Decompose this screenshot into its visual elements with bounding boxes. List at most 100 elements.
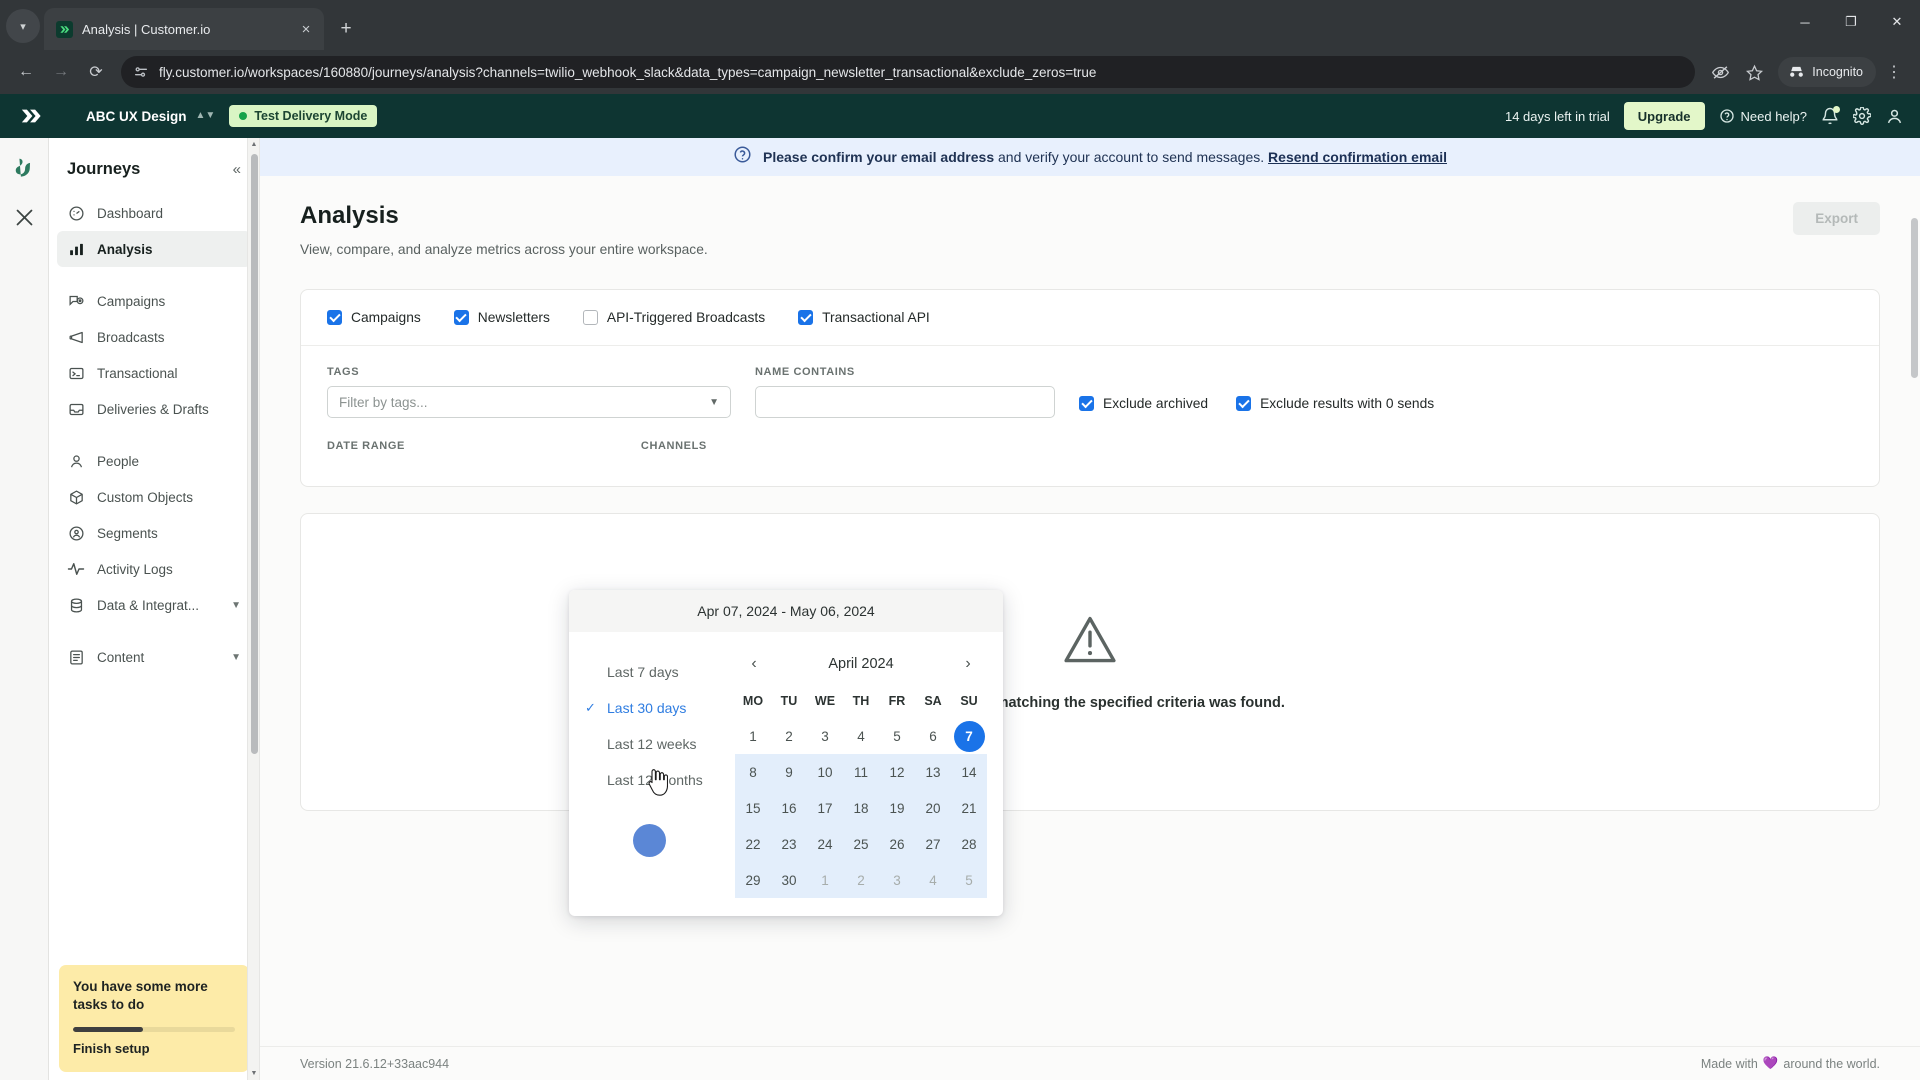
calendar-day[interactable]: 3 bbox=[807, 718, 843, 754]
sidebar-item-dashboard[interactable]: Dashboard bbox=[57, 195, 251, 231]
calendar-day[interactable]: 2 bbox=[843, 862, 879, 898]
browser-menu-icon[interactable]: ⋮ bbox=[1878, 56, 1910, 88]
checkbox-campaigns[interactable]: Campaigns bbox=[327, 310, 421, 325]
sidebar-scrollbar[interactable]: ▲ ▼ bbox=[247, 138, 259, 1080]
scroll-up-arrow-icon[interactable]: ▲ bbox=[248, 138, 260, 151]
notifications-icon[interactable] bbox=[1821, 106, 1840, 125]
rail-item-journeys[interactable] bbox=[9, 152, 39, 182]
collapse-sidebar-icon[interactable]: « bbox=[233, 162, 241, 177]
sidebar-item-custom-objects[interactable]: Custom Objects bbox=[57, 479, 251, 515]
resend-confirmation-link[interactable]: Resend confirmation email bbox=[1268, 149, 1447, 165]
calendar-day[interactable]: 27 bbox=[915, 826, 951, 862]
incognito-indicator[interactable]: Incognito bbox=[1778, 57, 1876, 87]
test-delivery-mode-badge[interactable]: Test Delivery Mode bbox=[229, 105, 378, 127]
calendar-day[interactable]: 19 bbox=[879, 790, 915, 826]
checkbox-exclude-zero-sends[interactable]: Exclude results with 0 sends bbox=[1236, 396, 1434, 411]
calendar-day[interactable]: 16 bbox=[771, 790, 807, 826]
calendar-day[interactable]: 25 bbox=[843, 826, 879, 862]
sidebar-item-analysis[interactable]: Analysis bbox=[57, 231, 251, 267]
calendar-day[interactable]: 5 bbox=[879, 718, 915, 754]
sidebar-item-deliveries-drafts[interactable]: Deliveries & Drafts bbox=[57, 391, 251, 427]
checkbox-api-triggered-broadcasts[interactable]: API-Triggered Broadcasts bbox=[582, 310, 765, 325]
prev-month-icon[interactable]: ‹ bbox=[741, 651, 767, 677]
calendar-day[interactable]: 4 bbox=[843, 718, 879, 754]
chevron-down-icon[interactable]: ▼ bbox=[709, 397, 719, 408]
chevron-down-icon[interactable]: ▼ bbox=[231, 600, 241, 611]
window-close-button[interactable]: ✕ bbox=[1874, 0, 1920, 44]
calendar-day[interactable]: 13 bbox=[915, 754, 951, 790]
calendar-day[interactable]: 22 bbox=[735, 826, 771, 862]
checkbox-transactional-api[interactable]: Transactional API bbox=[798, 310, 930, 325]
site-settings-icon[interactable] bbox=[133, 64, 149, 80]
main-scrollbar[interactable] bbox=[1908, 214, 1920, 1012]
calendar-day[interactable]: 7 bbox=[951, 718, 987, 754]
calendar-day[interactable]: 28 bbox=[951, 826, 987, 862]
calendar-day[interactable]: 3 bbox=[879, 862, 915, 898]
calendar-day[interactable]: 15 bbox=[735, 790, 771, 826]
calendar-day[interactable]: 6 bbox=[915, 718, 951, 754]
sidebar-item-campaigns[interactable]: Campaigns bbox=[57, 283, 251, 319]
calendar-day[interactable]: 30 bbox=[771, 862, 807, 898]
calendar-day[interactable]: 1 bbox=[735, 718, 771, 754]
new-tab-button[interactable]: + bbox=[332, 15, 360, 43]
calendar-day[interactable]: 24 bbox=[807, 826, 843, 862]
preset-last-30-days[interactable]: ✓ Last 30 days bbox=[569, 690, 729, 726]
calendar-day[interactable]: 20 bbox=[915, 790, 951, 826]
sidebar-scroll-thumb[interactable] bbox=[250, 154, 258, 754]
calendar-day[interactable]: 17 bbox=[807, 790, 843, 826]
close-tab-icon[interactable]: × bbox=[296, 19, 316, 39]
forward-icon[interactable]: → bbox=[45, 56, 77, 88]
reload-icon[interactable]: ⟳ bbox=[80, 56, 112, 88]
preset-last-7-days[interactable]: ✓ Last 7 days bbox=[569, 654, 729, 690]
scroll-down-arrow-icon[interactable]: ▼ bbox=[248, 1067, 260, 1080]
tags-input[interactable]: Filter by tags... ▼ bbox=[327, 386, 731, 418]
rail-item-data-pipelines[interactable] bbox=[9, 202, 39, 232]
sidebar-item-broadcasts[interactable]: Broadcasts bbox=[57, 319, 251, 355]
calendar-day[interactable]: 8 bbox=[735, 754, 771, 790]
calendar-day[interactable]: 12 bbox=[879, 754, 915, 790]
sidebar-item-segments[interactable]: Segments bbox=[57, 515, 251, 551]
calendar-day[interactable]: 18 bbox=[843, 790, 879, 826]
calendar-day[interactable]: 9 bbox=[771, 754, 807, 790]
minimize-button[interactable]: ─ bbox=[1782, 0, 1828, 44]
calendar-day[interactable]: 23 bbox=[771, 826, 807, 862]
calendar-day[interactable]: 10 bbox=[807, 754, 843, 790]
maximize-button[interactable]: ❐ bbox=[1828, 0, 1874, 44]
calendar-day[interactable]: 4 bbox=[915, 862, 951, 898]
next-month-icon[interactable]: › bbox=[955, 651, 981, 677]
tab-search-button[interactable]: ▾ bbox=[6, 9, 40, 43]
apply-date-range-button[interactable] bbox=[632, 824, 666, 857]
user-avatar-icon[interactable] bbox=[1885, 107, 1904, 126]
sidebar-item-content[interactable]: Content ▼ bbox=[57, 639, 251, 675]
browser-tab[interactable]: Analysis | Customer.io × bbox=[44, 8, 324, 50]
calendar-day[interactable]: 14 bbox=[951, 754, 987, 790]
upgrade-button[interactable]: Upgrade bbox=[1623, 102, 1705, 130]
sidebar-item-data-integrations[interactable]: Data & Integrat... ▼ bbox=[57, 587, 251, 623]
back-icon[interactable]: ← bbox=[10, 56, 42, 88]
calendar-day[interactable]: 5 bbox=[951, 862, 987, 898]
export-button[interactable]: Export bbox=[1793, 202, 1880, 235]
bookmark-star-icon[interactable] bbox=[1738, 56, 1770, 88]
settings-gear-icon[interactable] bbox=[1853, 107, 1871, 125]
main-scroll-thumb[interactable] bbox=[1910, 218, 1918, 378]
calendar-day[interactable]: 29 bbox=[735, 862, 771, 898]
address-bar[interactable]: fly.customer.io/workspaces/160880/journe… bbox=[121, 56, 1696, 88]
chevron-down-icon[interactable]: ▼ bbox=[231, 652, 241, 663]
calendar-day[interactable]: 11 bbox=[843, 754, 879, 790]
need-help-button[interactable]: Need help? bbox=[1719, 108, 1807, 124]
preset-last-12-weeks[interactable]: ✓ Last 12 weeks bbox=[569, 726, 729, 762]
calendar-day[interactable]: 2 bbox=[771, 718, 807, 754]
workspace-switch-icon[interactable]: ▲▼ bbox=[196, 111, 216, 121]
sidebar-item-transactional[interactable]: Transactional bbox=[57, 355, 251, 391]
checkbox-exclude-archived[interactable]: Exclude archived bbox=[1079, 396, 1208, 411]
calendar-day[interactable]: 1 bbox=[807, 862, 843, 898]
customerio-logo-icon[interactable] bbox=[16, 105, 46, 127]
preset-last-12-months[interactable]: ✓ Last 12 months bbox=[569, 762, 729, 798]
checkbox-newsletters[interactable]: Newsletters bbox=[453, 310, 550, 325]
name-contains-input[interactable] bbox=[755, 386, 1055, 418]
task-card-link[interactable]: Finish setup bbox=[73, 1041, 235, 1056]
tracking-protection-icon[interactable] bbox=[1704, 56, 1736, 88]
onboarding-task-card[interactable]: You have some more tasks to do Finish se… bbox=[59, 964, 249, 1072]
calendar-day[interactable]: 26 bbox=[879, 826, 915, 862]
calendar-day[interactable]: 21 bbox=[951, 790, 987, 826]
